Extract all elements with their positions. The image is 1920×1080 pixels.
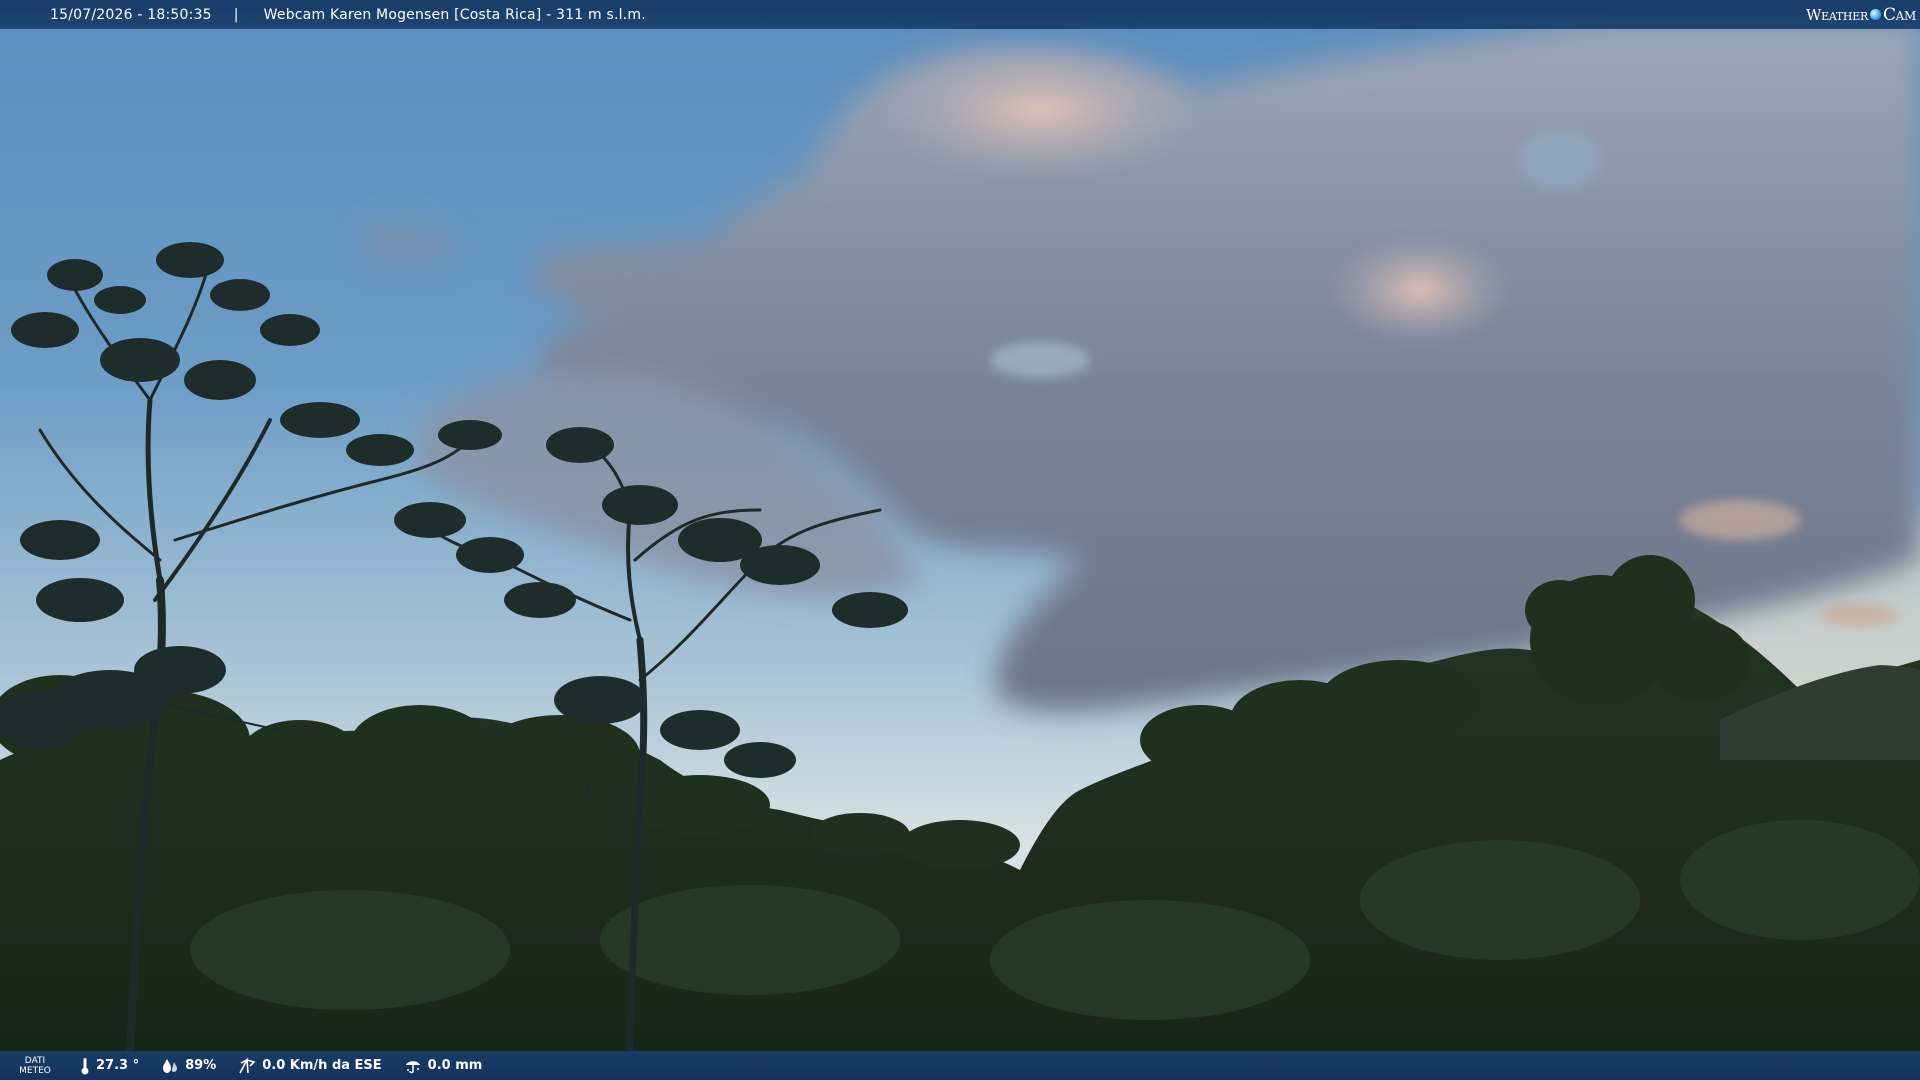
webcam-image — [0, 0, 1920, 1080]
location-text: Webcam Karen Mogensen [Costa Rica] - 311… — [263, 6, 646, 23]
datetime-text: 15/07/2026 - 18:50:35 — [50, 6, 212, 23]
humidity-icon — [163, 1058, 178, 1073]
weather-data-bar: DATI METEO 27.3 ° 89% 0.0 Km/h da ESE 0.… — [0, 1051, 1920, 1080]
temperature-value: 27.3 ° — [96, 1058, 140, 1073]
weathercam-logo: Weather Cam — [1806, 2, 1916, 27]
humidity-value: 89% — [185, 1058, 217, 1073]
wind-reading: 0.0 Km/h da ESE — [238, 1056, 382, 1075]
webcam-header-bar: 15/07/2026 - 18:50:35 | Webcam Karen Mog… — [0, 0, 1920, 29]
brand-weather-text: Weather — [1806, 5, 1868, 24]
temperature-reading: 27.3 ° — [80, 1057, 139, 1075]
rain-icon — [405, 1060, 420, 1073]
brand-cam-text: Cam — [1882, 4, 1916, 25]
humidity-reading: 89% — [161, 1058, 216, 1074]
label-line1: DATI — [24, 1055, 46, 1066]
rain-value: 0.0 mm — [427, 1058, 483, 1073]
dati-meteo-label: DATI METEO — [0, 1056, 70, 1076]
globe-icon — [1869, 9, 1881, 20]
wind-value: 0.0 Km/h da ESE — [262, 1058, 382, 1073]
rain-reading: 0.0 mm — [404, 1057, 483, 1075]
webcam-frame: 15/07/2026 - 18:50:35 | Webcam Karen Mog… — [0, 0, 1920, 1080]
header-separator: | — [233, 6, 239, 23]
label-line2: METEO — [19, 1065, 51, 1076]
wind-icon — [239, 1056, 256, 1073]
thermometer-icon — [81, 1057, 89, 1074]
